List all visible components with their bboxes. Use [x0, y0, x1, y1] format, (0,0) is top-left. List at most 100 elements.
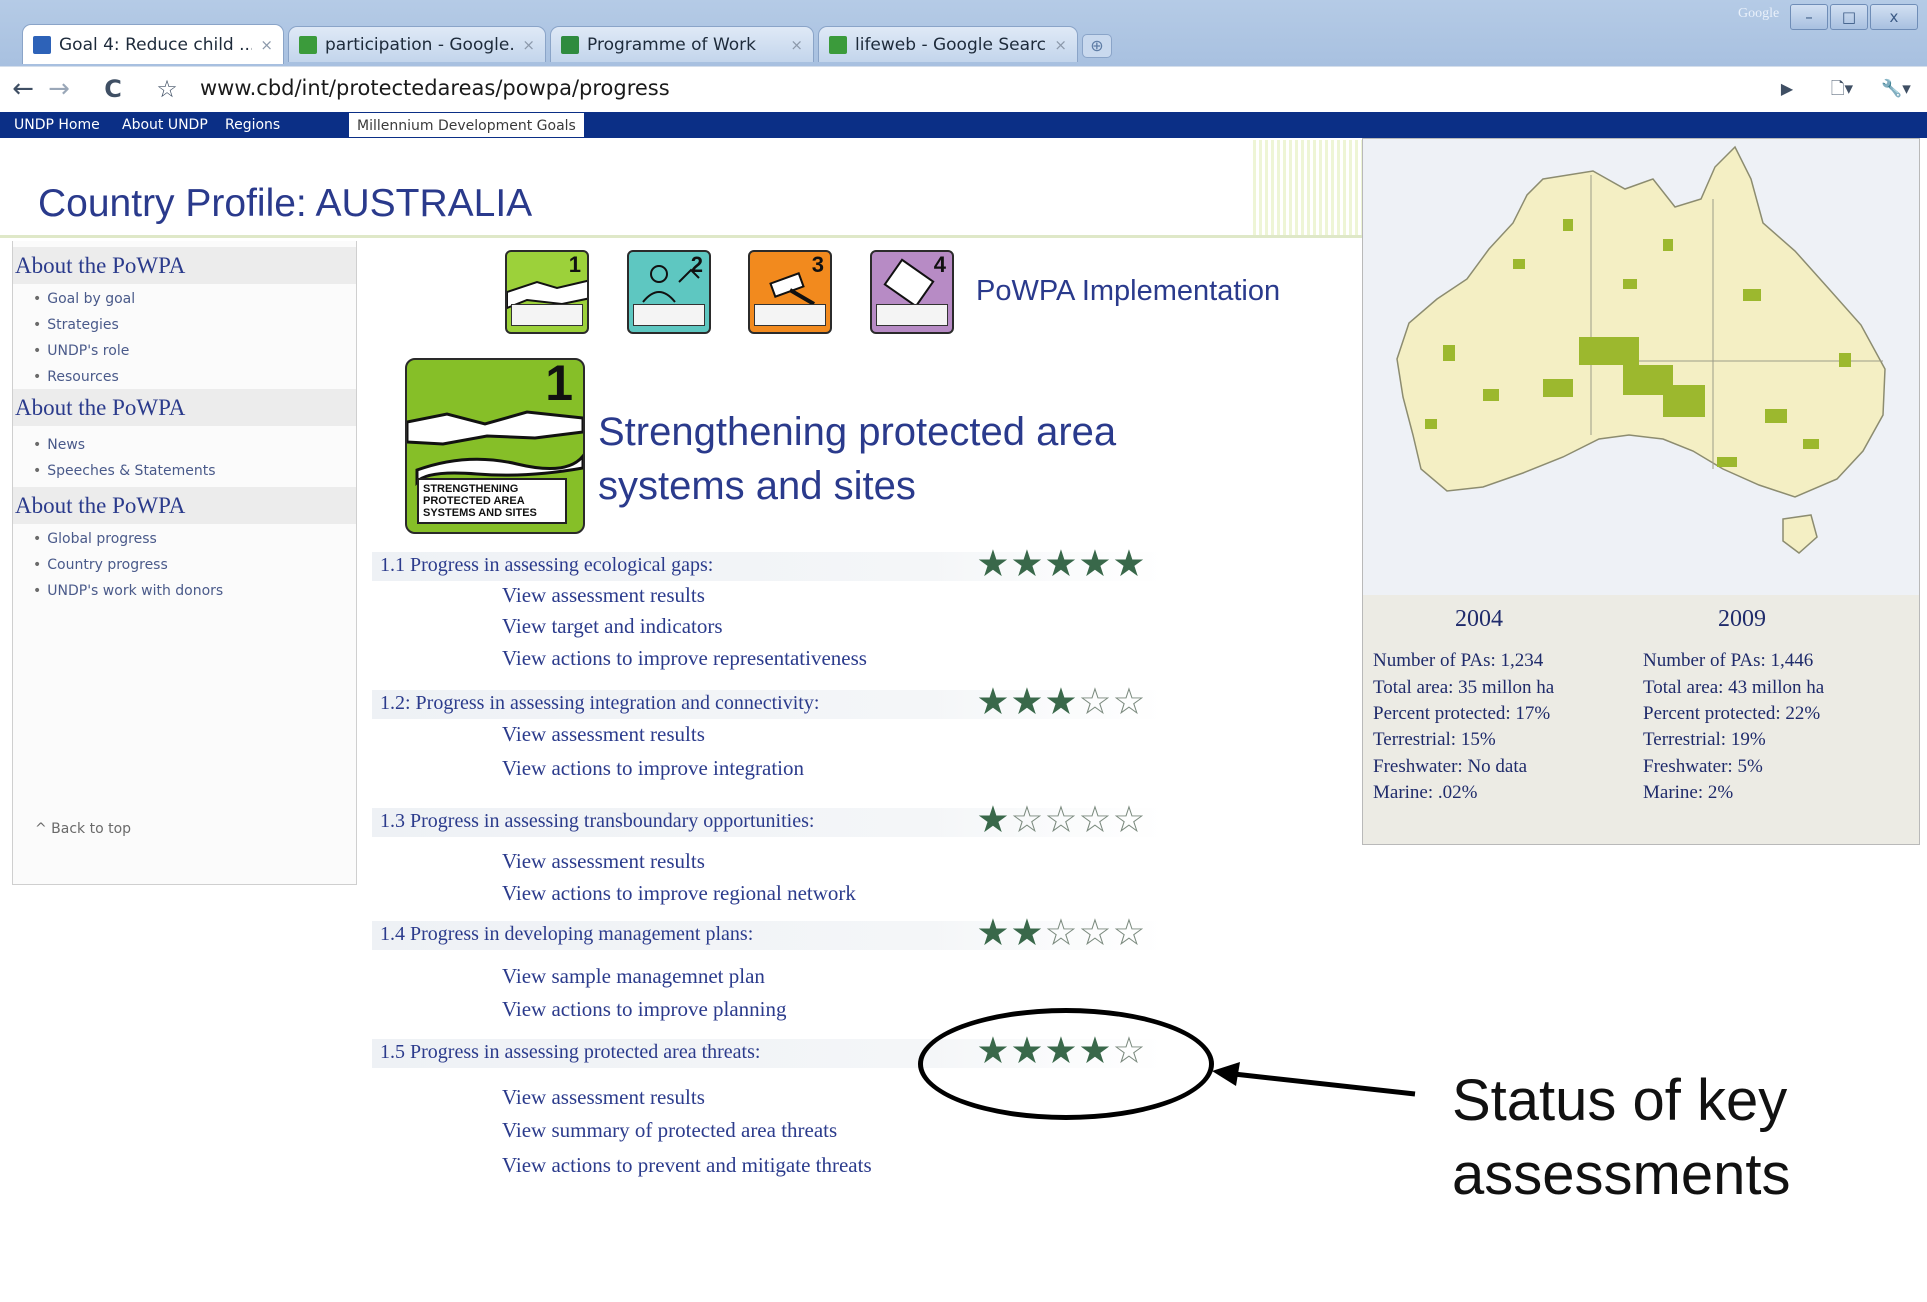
sidebar-link-resources[interactable]: • Resources — [33, 369, 119, 385]
progress-row: 1.1 Progress in assessing ecological gap… — [372, 545, 1164, 583]
stat-year-2009: 2009 — [1718, 606, 1766, 632]
close-tab-icon[interactable]: × — [522, 36, 535, 54]
view-link[interactable]: View assessment results — [502, 849, 705, 874]
star-filled-icon: ★ — [1078, 542, 1112, 585]
forward-arrow-icon[interactable]: → — [42, 73, 76, 107]
goal-caption-block — [754, 304, 826, 326]
nav-regions[interactable]: Regions — [225, 112, 280, 138]
goal-2-icon[interactable]: 2 — [627, 250, 711, 334]
corner-label: Google — [1738, 6, 1780, 21]
stat-line: Percent protected: 17% — [1373, 703, 1551, 724]
back-arrow-icon[interactable]: ← — [6, 73, 40, 107]
title-divider — [0, 235, 1365, 238]
browser-toolbar: ← → C ☆ www.cbd/int/protectedareas/powpa… — [0, 66, 1927, 112]
sidebar-link-speeches[interactable]: • Speeches & Statements — [33, 463, 216, 479]
star-rating: ★ ★ ★ ★ ★ — [976, 545, 1146, 583]
back-to-top-link[interactable]: ^ Back to top — [35, 821, 131, 837]
star-empty-icon: ☆ — [1112, 911, 1146, 954]
goal-number: 2 — [690, 252, 703, 277]
close-window-button[interactable]: x — [1870, 4, 1918, 30]
tab-title: Goal 4: Reduce child ... — [59, 34, 253, 55]
progress-row: 1.4 Progress in developing management pl… — [372, 914, 1164, 952]
goal-number: 1 — [568, 252, 581, 277]
sidebar-link-undp-donors[interactable]: • UNDP's work with donors — [33, 583, 223, 599]
progress-label: 1.4 Progress in developing management pl… — [380, 923, 754, 945]
sidebar-heading: About the PoWPA — [13, 389, 356, 426]
star-filled-icon: ★ — [1010, 542, 1044, 585]
progress-row: 1.2: Progress in assessing integration a… — [372, 683, 1164, 721]
tab-title: participation - Google... — [325, 34, 515, 55]
stat-line: Percent protected: 22% — [1643, 703, 1821, 724]
goal-number: 1 — [545, 358, 573, 411]
view-link[interactable]: View actions to improve integration — [502, 756, 804, 781]
favicon-icon — [829, 35, 847, 54]
close-tab-icon[interactable]: × — [260, 36, 273, 54]
page-title: Country Profile: AUSTRALIA — [38, 182, 533, 225]
sidebar-link-global-progress[interactable]: • Global progress — [33, 531, 157, 547]
star-filled-icon: ★ — [1044, 542, 1078, 585]
browser-tab[interactable]: participation - Google... × — [288, 26, 546, 62]
goal-heading: Strengthening protected area systems and… — [598, 410, 1117, 508]
new-tab-button[interactable]: ⊕ — [1082, 34, 1112, 58]
progress-label: 1.3 Progress in assessing transboundary … — [380, 810, 815, 832]
sidebar-heading: About the PoWPA — [13, 247, 356, 284]
annotation-arrow-icon — [1212, 1062, 1416, 1097]
powpa-implementation-label: PoWPA Implementation — [976, 275, 1281, 307]
view-link[interactable]: View actions to improve planning — [502, 997, 787, 1022]
sidebar-link-news[interactable]: • News — [33, 437, 85, 453]
view-link[interactable]: View target and indicators — [502, 614, 723, 639]
reload-icon[interactable]: C — [96, 73, 130, 107]
australia-map — [1363, 139, 1919, 595]
tab-title: lifeweb - Google Search — [855, 34, 1047, 55]
view-link[interactable]: View assessment results — [502, 1085, 705, 1110]
maximize-button[interactable]: □ — [1830, 4, 1868, 30]
annotation-label: Status of key assessments — [1452, 1068, 1791, 1207]
goal-4-icon[interactable]: 4 — [870, 250, 954, 334]
bookmark-star-icon[interactable]: ☆ — [150, 73, 184, 107]
header-decoration — [1250, 140, 1365, 236]
nav-millennium-development-goals[interactable]: Millennium Development Goals — [348, 112, 585, 138]
nav-about-undp[interactable]: About UNDP — [122, 112, 208, 138]
page-menu-icon[interactable]: 🗋▾ — [1820, 73, 1864, 107]
goal-number: 4 — [933, 252, 946, 277]
left-sidebar: About the PoWPA • Goal by goal • Strategie… — [12, 241, 357, 885]
star-rating: ★ ☆ ☆ ☆ ☆ — [976, 801, 1146, 839]
view-link[interactable]: View actions to prevent and mitigate thr… — [502, 1153, 872, 1178]
nav-undp-home[interactable]: UNDP Home — [14, 112, 100, 138]
view-link[interactable]: View summary of protected area threats — [502, 1118, 837, 1143]
sidebar-link-country-progress[interactable]: • Country progress — [33, 557, 168, 573]
view-link[interactable]: View actions to improve regional network — [502, 881, 856, 906]
progress-label: 1.5 Progress in assessing protected area… — [380, 1041, 761, 1063]
sidebar-link-undp-role[interactable]: • UNDP's role — [33, 343, 129, 359]
site-nav-bar: UNDP Home About UNDP Regions Millennium … — [0, 112, 1927, 138]
view-link[interactable]: View assessment results — [502, 583, 705, 608]
progress-row: 1.3 Progress in assessing transboundary … — [372, 801, 1164, 839]
wrench-menu-icon[interactable]: 🔧▾ — [1874, 73, 1918, 107]
stat-line: Terrestrial: 15% — [1373, 729, 1496, 750]
progress-label: 1.1 Progress in assessing ecological gap… — [380, 554, 714, 576]
goal-3-icon[interactable]: 3 — [748, 250, 832, 334]
stat-line: Total area: 43 millon ha — [1643, 677, 1825, 698]
browser-tab[interactable]: lifeweb - Google Search × — [818, 26, 1078, 62]
minimize-button[interactable]: – — [1790, 4, 1828, 30]
view-link[interactable]: View sample managemnet plan — [502, 964, 765, 989]
view-link[interactable]: View assessment results — [502, 722, 705, 747]
browser-tab[interactable]: Programme of Work × — [550, 26, 814, 62]
star-empty-icon: ☆ — [1078, 911, 1112, 954]
close-tab-icon[interactable]: × — [1054, 36, 1067, 54]
stat-line: Total area: 35 millon ha — [1373, 677, 1555, 698]
close-tab-icon[interactable]: × — [790, 36, 803, 54]
star-filled-icon: ★ — [976, 542, 1010, 585]
goal-1-icon[interactable]: 1 — [505, 250, 589, 334]
stat-line: Freshwater: No data — [1373, 756, 1528, 777]
star-filled-icon: ★ — [976, 911, 1010, 954]
browser-tab[interactable]: Goal 4: Reduce child ... × — [22, 24, 284, 64]
sidebar-link-goal-by-goal[interactable]: • Goal by goal — [33, 291, 135, 307]
sidebar-link-strategies[interactable]: • Strategies — [33, 317, 119, 333]
play-icon[interactable]: ▶ — [1770, 73, 1804, 107]
stat-line: Freshwater: 5% — [1643, 756, 1763, 777]
star-empty-icon: ☆ — [1044, 911, 1078, 954]
view-link[interactable]: View actions to improve representativene… — [502, 646, 867, 671]
progress-label: 1.2: Progress in assessing integration a… — [380, 692, 820, 714]
address-bar[interactable]: www.cbd/int/protectedareas/powpa/progres… — [200, 76, 670, 100]
